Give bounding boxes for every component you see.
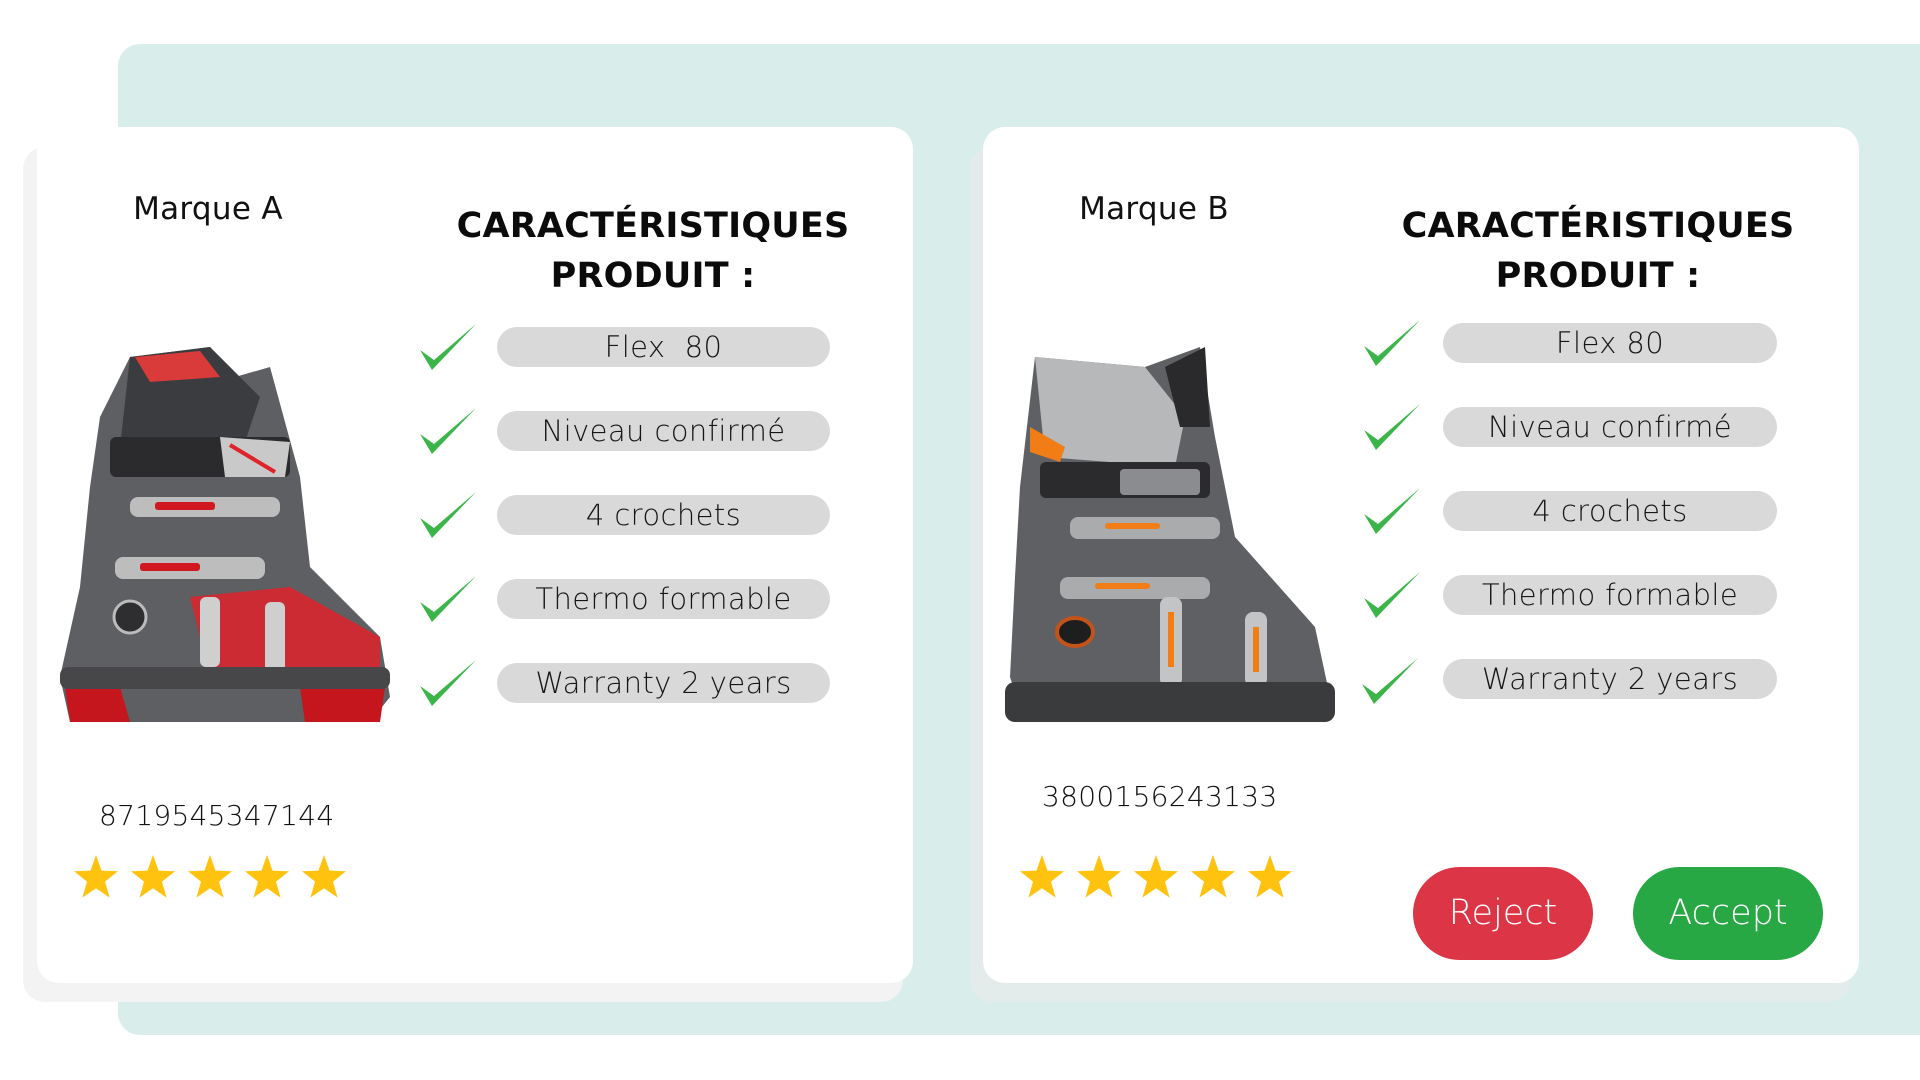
features-heading-line1: CARACTÉRISTIQUES: [456, 206, 850, 246]
feature-pill: Warranty 2 years: [1443, 659, 1777, 699]
feature-pill: Niveau confirmé: [1443, 407, 1777, 447]
product-image-boot-a: [60, 347, 390, 722]
feature-pill: Thermo formable: [1443, 575, 1777, 615]
brand-name: Marque B: [1079, 191, 1229, 227]
star-icon: [188, 855, 232, 898]
star-icon: [1077, 855, 1121, 898]
check-icon: [1364, 488, 1420, 534]
accept-button[interactable]: Accept: [1633, 867, 1823, 960]
features-heading: CARACTÉRISTIQUES PRODUIT :: [433, 201, 873, 301]
check-icon: [420, 660, 476, 706]
check-icon: [1362, 658, 1418, 704]
feature-pill: Flex 80: [1443, 323, 1777, 363]
check-icon: [1364, 404, 1420, 450]
check-icon: [420, 492, 476, 538]
star-icon: [131, 855, 175, 898]
star-icon: [1191, 855, 1235, 898]
star-icon: [74, 855, 118, 898]
reject-button[interactable]: Reject: [1413, 867, 1593, 960]
features-heading-line1: CARACTÉRISTIQUES: [1401, 206, 1795, 246]
feature-pill: 4 crochets: [1443, 491, 1777, 531]
brand-name: Marque A: [133, 191, 283, 227]
star-rating: [1019, 855, 1293, 899]
product-ean: 8719545347144: [99, 799, 335, 832]
star-icon: [1134, 855, 1178, 898]
features-heading: CARACTÉRISTIQUES PRODUIT :: [1378, 201, 1818, 301]
check-icon: [420, 408, 476, 454]
feature-pill: Thermo formable: [497, 579, 830, 619]
check-icon: [1364, 572, 1420, 618]
star-icon: [245, 855, 289, 898]
star-icon: [302, 855, 346, 898]
product-ean: 3800156243133: [1042, 780, 1278, 813]
features-heading-line2: PRODUIT :: [1495, 256, 1701, 296]
feature-pill: Flex 80: [497, 327, 830, 367]
product-card-a: Marque A CARACTÉRISTIQUES PRODUIT : Flex…: [37, 127, 913, 983]
feature-pill: Warranty 2 years: [497, 663, 830, 703]
star-rating: [73, 855, 347, 899]
features-heading-line2: PRODUIT :: [550, 256, 756, 296]
feature-pill: Niveau confirmé: [497, 411, 830, 451]
product-image-boot-b: [1005, 347, 1335, 722]
star-icon: [1248, 855, 1292, 898]
star-icon: [1020, 855, 1064, 898]
check-icon: [420, 324, 476, 370]
check-icon: [1364, 320, 1420, 366]
feature-pill: 4 crochets: [497, 495, 830, 535]
product-card-b: Marque B CARACTÉRISTIQUES PRODUIT : Flex…: [983, 127, 1859, 983]
check-icon: [420, 576, 476, 622]
